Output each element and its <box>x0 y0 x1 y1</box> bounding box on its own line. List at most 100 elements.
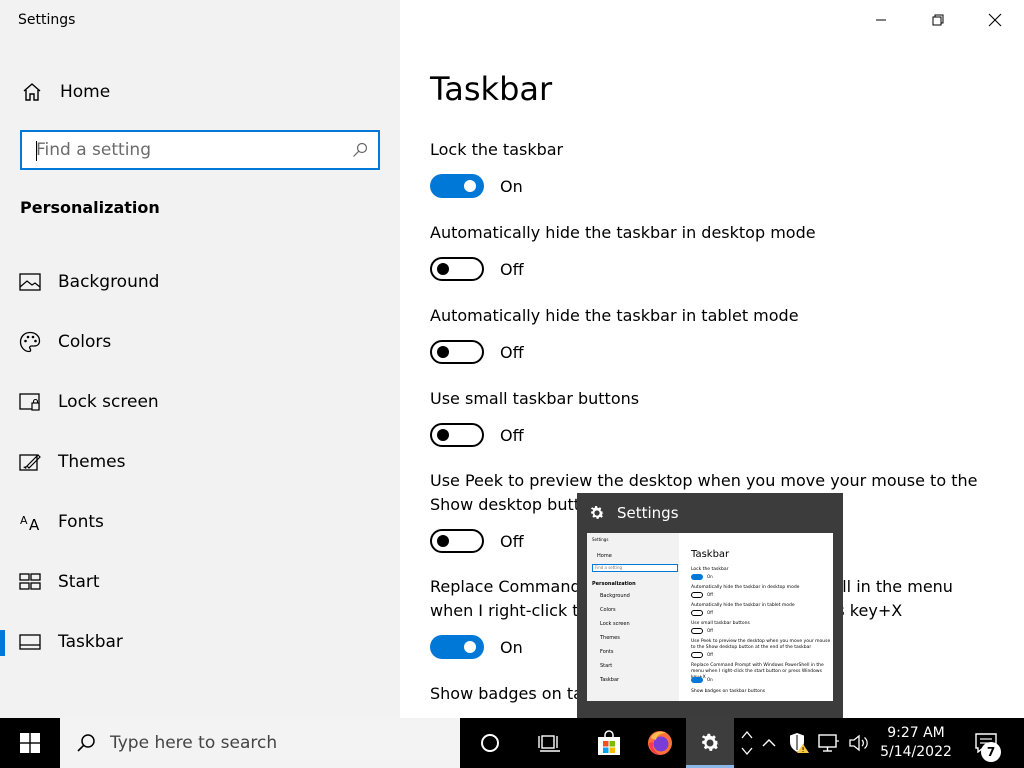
thumb-state: On <box>707 574 713 579</box>
thumb-app-title: Settings <box>592 537 609 542</box>
sidebar-item-taskbar[interactable]: Taskbar <box>0 612 400 672</box>
toggle-state: Off <box>500 531 524 551</box>
setting-description: Use small taskbar buttons <box>430 389 640 408</box>
peek-toggle[interactable] <box>430 529 484 553</box>
setting-autohide-desktop: Automatically hide the taskbar in deskto… <box>430 221 990 281</box>
thumb-state: Off <box>707 592 713 597</box>
start-icon <box>18 570 42 594</box>
close-icon <box>988 13 1002 27</box>
section-title: Personalization <box>20 198 160 217</box>
toggle-state: On <box>500 637 523 657</box>
notification-count-badge: 7 <box>981 742 1001 762</box>
toggle-knob <box>437 346 449 358</box>
thumb-state: Off <box>707 610 713 615</box>
search-box[interactable] <box>20 130 380 170</box>
fonts-icon: AA <box>18 510 42 534</box>
start-button[interactable] <box>0 718 60 768</box>
text-caret <box>36 141 37 161</box>
restore-button[interactable] <box>909 0 967 40</box>
taskbar: Type here to search 9:27 AM 5/14/2022 <box>0 718 1024 768</box>
close-button[interactable] <box>966 0 1024 40</box>
nav-list: Background Colors Lock screen Themes AA … <box>0 252 400 672</box>
thumb-home: Home <box>597 553 612 559</box>
setting-small-buttons: Use small taskbar buttons Off <box>430 387 990 447</box>
chevron-up-icon <box>762 739 776 747</box>
toggle-state: Off <box>500 342 524 362</box>
chevron-up-icon <box>741 730 753 739</box>
thumb-toggle <box>691 574 703 580</box>
palette-icon <box>18 330 42 354</box>
sidebar-item-label: Home <box>60 82 111 102</box>
restore-icon <box>932 14 944 26</box>
thumb-desc: Automatically hide the taskbar in tablet… <box>691 603 795 608</box>
thumb-nav-item: Start <box>600 663 613 669</box>
show-hidden-icons-button[interactable] <box>756 718 782 768</box>
thumb-state: On <box>707 677 713 682</box>
thumb-desc: Automatically hide the taskbar in deskto… <box>691 585 800 590</box>
shield-warning-icon <box>790 733 809 753</box>
windows-security-tray[interactable] <box>786 718 812 768</box>
autohide-tablet-toggle[interactable] <box>430 340 484 364</box>
taskbar-search-box[interactable]: Type here to search <box>60 718 460 768</box>
network-tray[interactable] <box>816 718 842 768</box>
sidebar-item-colors[interactable]: Colors <box>0 312 400 372</box>
sidebar-item-start[interactable]: Start <box>0 552 400 612</box>
search-icon[interactable] <box>342 142 378 158</box>
preview-title: Settings <box>617 504 679 522</box>
thumb-nav-item: Fonts <box>600 649 614 655</box>
taskbar-scroll-control[interactable] <box>737 718 757 768</box>
home-icon <box>20 80 44 104</box>
themes-icon <box>18 450 42 474</box>
small-buttons-toggle[interactable] <box>430 423 484 447</box>
sidebar: Settings Home Personalization Background… <box>0 0 400 718</box>
autohide-desktop-toggle[interactable] <box>430 257 484 281</box>
microsoft-store-button[interactable] <box>585 718 633 768</box>
thumb-toggle <box>691 628 703 634</box>
sidebar-item-fonts[interactable]: AA Fonts <box>0 492 400 552</box>
sidebar-item-lock-screen[interactable]: Lock screen <box>0 372 400 432</box>
sidebar-item-label: Taskbar <box>58 632 123 652</box>
thumb-nav-item: Themes <box>600 635 620 641</box>
preview-thumbnail: Settings Home Find a setting Personaliza… <box>587 533 833 701</box>
thumb-toggle <box>691 610 703 616</box>
windows-logo-icon <box>20 733 40 753</box>
sidebar-item-label: Lock screen <box>58 392 159 412</box>
thumb-desc: Use Peek to preview the desktop when you… <box>691 639 831 650</box>
svg-text:A: A <box>29 516 40 532</box>
setting-description: Lock the taskbar <box>430 140 564 159</box>
thumb-nav-item: Background <box>600 593 630 599</box>
taskbar-icon <box>18 630 42 654</box>
firefox-button[interactable] <box>636 718 684 768</box>
task-view-button[interactable] <box>525 718 575 768</box>
cortana-icon <box>481 734 499 752</box>
picture-icon <box>18 270 42 294</box>
powershell-toggle[interactable] <box>430 635 484 659</box>
minimize-icon <box>876 19 886 21</box>
setting-autohide-tablet: Automatically hide the taskbar in tablet… <box>430 304 990 364</box>
thumb-toggle <box>691 592 703 598</box>
thumb-title: Taskbar <box>691 549 730 560</box>
search-input[interactable] <box>22 132 342 168</box>
svg-text:A: A <box>20 514 28 527</box>
thumb-toggle <box>691 652 703 658</box>
sidebar-item-label: Fonts <box>58 512 104 532</box>
lock-taskbar-toggle[interactable] <box>430 174 484 198</box>
thumb-nav-item: Taskbar <box>600 677 620 683</box>
gear-icon <box>587 503 607 523</box>
cortana-button[interactable] <box>465 718 515 768</box>
search-icon <box>74 731 98 755</box>
minimize-button[interactable] <box>852 0 910 40</box>
sidebar-item-label: Themes <box>58 452 126 472</box>
toggle-state: On <box>500 176 523 196</box>
toggle-knob <box>437 535 449 547</box>
taskbar-thumbnail-preview[interactable]: Settings Settings Home Find a setting Pe… <box>577 493 843 718</box>
preview-header: Settings <box>577 493 843 533</box>
thumb-search: Find a setting <box>592 564 678 572</box>
sidebar-item-themes[interactable]: Themes <box>0 432 400 492</box>
sidebar-item-label: Colors <box>58 332 112 352</box>
settings-taskbar-button[interactable] <box>686 718 734 768</box>
clock[interactable]: 9:27 AM 5/14/2022 <box>876 718 956 768</box>
volume-tray[interactable] <box>846 718 872 768</box>
sidebar-item-home[interactable]: Home <box>0 70 400 114</box>
sidebar-item-background[interactable]: Background <box>0 252 400 312</box>
